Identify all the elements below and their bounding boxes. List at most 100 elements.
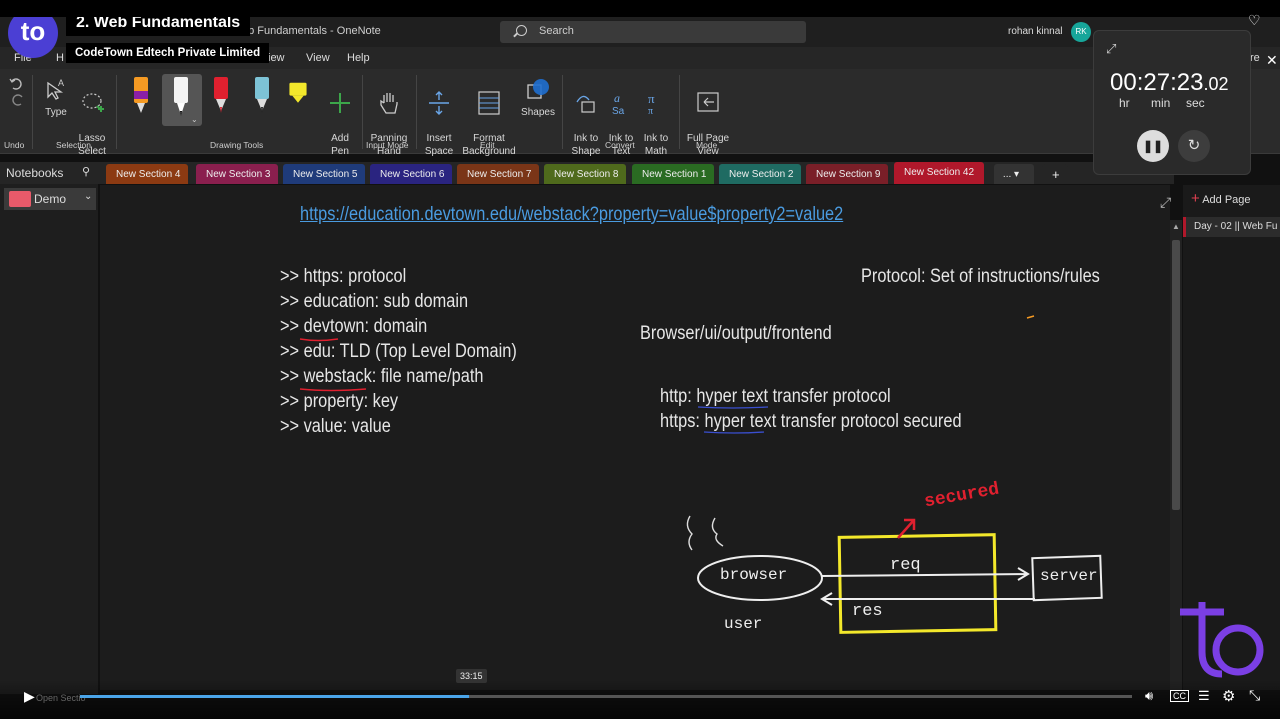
letterbox-top	[0, 0, 1280, 17]
user-name[interactable]: rohan kinnal	[1008, 26, 1062, 37]
pen-orange-icon[interactable]	[131, 77, 151, 117]
notebook-name: Demo	[34, 192, 67, 206]
page-item[interactable]: Day - 02 || Web Fu	[1183, 217, 1280, 237]
notebook-selector[interactable]: Demo ⌄	[4, 188, 96, 210]
course-subtitle: CodeTown Edtech Private Limited	[66, 43, 270, 63]
add-pen-button[interactable]: Add Pen	[324, 77, 356, 158]
tab-new-section-4[interactable]: New Section 4	[106, 164, 189, 184]
tab-new-section-3[interactable]: New Section 3	[196, 164, 279, 184]
tab-new-section-2[interactable]: New Section 2	[719, 164, 802, 184]
shapes-icon	[527, 79, 549, 99]
timer-sec-label: sec	[1186, 96, 1205, 110]
pen-white-icon[interactable]	[171, 77, 191, 117]
scroll-up-icon: ▲	[1172, 222, 1180, 231]
volume-icon[interactable]: 🔊︎	[1145, 688, 1153, 704]
menu-view-partial[interactable]: iew	[268, 52, 285, 64]
seek-tooltip: 33:15	[456, 669, 487, 683]
video-player-controls	[0, 680, 1280, 719]
scroll-thumb	[1172, 240, 1180, 510]
tab-new-section-1[interactable]: New Section 1	[632, 164, 715, 184]
notebook-icon	[9, 191, 31, 207]
browser-definition: Browser/ui/output/frontend	[640, 323, 832, 344]
type-label: Type	[45, 107, 67, 118]
search-box[interactable]: Search	[500, 21, 806, 43]
tab-new-section-9[interactable]: New Section 9	[806, 164, 889, 184]
close-icon[interactable]: ✕	[1266, 52, 1278, 69]
ink-to-math-icon: ππ	[648, 91, 655, 116]
pen-red-icon[interactable]	[211, 77, 231, 117]
svg-text:π: π	[648, 91, 655, 106]
separator	[562, 75, 563, 149]
highlighter-yellow-icon[interactable]	[288, 77, 308, 117]
pen-dropdown-icon[interactable]: ⌄	[191, 115, 198, 124]
separator	[362, 75, 363, 149]
add-section-button[interactable]: +	[1042, 164, 1068, 184]
user-label: user	[724, 615, 763, 633]
hand-icon	[380, 93, 398, 114]
tab-more-button[interactable]: ... ▾	[994, 164, 1034, 184]
separator	[32, 75, 33, 149]
ink-underlines	[299, 338, 367, 392]
captions-icon[interactable]: CC	[1170, 690, 1189, 702]
tab-new-section-7[interactable]: New Section 7	[457, 164, 540, 184]
ink-to-shape-label: Ink to Shape	[571, 133, 601, 157]
type-button[interactable]: A Type	[40, 77, 72, 119]
type-cursor-icon: A	[47, 78, 64, 100]
tab-new-section-6[interactable]: New Section 6	[370, 164, 453, 184]
svg-text:A: A	[58, 78, 64, 88]
group-input-mode: Input Mode	[366, 140, 409, 150]
page-url[interactable]: https://education.devtown.edu/webstack?p…	[300, 204, 843, 226]
ink-to-shape-button[interactable]: Ink to Shape	[568, 77, 604, 158]
format-background-icon	[478, 91, 500, 115]
settings-gear-icon[interactable]: ⚙	[1222, 687, 1235, 705]
ribbon: Undo A Type Lasso Select Selection ⌄ Add…	[0, 69, 1280, 157]
svg-text:Sa: Sa	[612, 106, 625, 116]
ink-dot	[1026, 315, 1035, 319]
ink-to-math-button[interactable]: ππ Ink to Math	[638, 77, 674, 158]
add-page-button[interactable]: + Add Page	[1191, 190, 1251, 207]
heart-icon[interactable]: ♡	[1248, 12, 1261, 29]
expand-icon[interactable]: ⤢	[1106, 41, 1116, 57]
seek-bar[interactable]	[80, 695, 1132, 698]
notebook-panel	[0, 184, 98, 694]
menu-share-partial[interactable]: re	[1250, 52, 1260, 64]
search-icon	[516, 25, 527, 36]
search-placeholder: Search	[539, 25, 574, 37]
section-tabs: New Section 4 New Section 3 New Section …	[98, 162, 1174, 184]
svg-text:π: π	[648, 106, 653, 116]
transcript-icon[interactable]: ☰	[1198, 688, 1210, 704]
expand-icon[interactable]: ⤢	[1160, 194, 1171, 211]
undo-redo-icon[interactable]	[8, 75, 26, 109]
reset-button[interactable]: ↻	[1178, 130, 1210, 162]
timer-min-label: min	[1151, 96, 1171, 110]
group-drawing-tools: Drawing Tools	[210, 140, 264, 150]
tab-new-section-8[interactable]: New Section 8	[544, 164, 627, 184]
insert-space-icon	[429, 91, 449, 115]
pause-button[interactable]: ❚❚	[1137, 130, 1169, 162]
fullscreen-exit-icon[interactable]: ⤡	[1249, 687, 1260, 704]
tab-new-section-42[interactable]: New Section 42	[894, 162, 984, 184]
timer-hr-label: hr	[1119, 96, 1130, 110]
plus-icon	[330, 93, 350, 113]
ink-to-text-icon: aSa	[612, 91, 625, 116]
pen-blue-icon[interactable]	[252, 77, 272, 117]
timer-display: 00:27:23.02	[1110, 69, 1229, 96]
pin-icon[interactable]: ⚲	[82, 165, 90, 178]
menu-view[interactable]: View	[306, 52, 330, 64]
lasso-icon	[82, 93, 104, 112]
stopwatch-widget: ⤢ 00:27:23.02 hr min sec ❚❚ ↻	[1093, 30, 1251, 175]
avatar[interactable]: RK	[1071, 22, 1091, 42]
menu-help[interactable]: Help	[347, 52, 370, 64]
insert-space-button[interactable]: Insert Space	[421, 77, 457, 158]
menu-home[interactable]: H	[56, 52, 64, 64]
req-label: req	[890, 556, 921, 575]
play-icon[interactable]: ▶	[24, 688, 35, 705]
separator	[116, 75, 117, 149]
separator	[679, 75, 680, 149]
tab-new-section-5[interactable]: New Section 5	[283, 164, 366, 184]
protocol-definition: Protocol: Set of instructions/rules	[861, 266, 1100, 287]
chevron-down-icon: ▾	[1014, 169, 1020, 180]
full-page-view-icon	[697, 92, 719, 112]
shapes-button[interactable]: Shapes	[520, 77, 556, 119]
bottom-text: Open Sectio	[36, 693, 86, 703]
